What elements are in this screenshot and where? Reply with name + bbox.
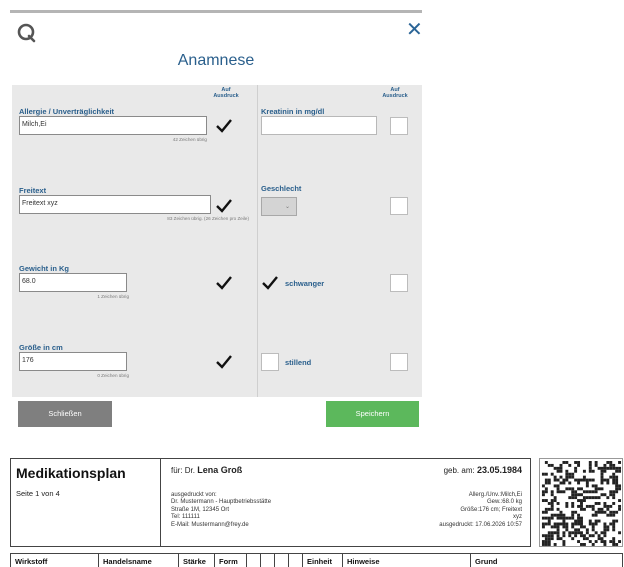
printed-by-line: Tel: 111111 [171,514,200,521]
col-header [289,554,303,567]
close-button[interactable]: Schließen [18,401,112,427]
plan-patient: für: Dr. Lena Groß [171,465,242,475]
creatinine-input[interactable] [261,116,377,135]
plan-title-cell: Medikationsplan Seite 1 von 4 [11,459,161,546]
plan-dob: geb. am: 23.05.1984 [444,465,522,475]
chevron-down-icon: ⌄ [285,204,291,210]
allergy-input[interactable]: Milch,Ei [19,116,207,135]
checkmark-icon [216,119,232,133]
anamnese-dialog: ✕ Anamnese Auf Ausdruck Auf Ausdruck Aller… [10,10,430,435]
printed-by-line: ausgedruckt von: [171,492,217,498]
col-header: Stärke [179,554,215,567]
summary-line: Allerg./Unv.:Milch,Ei [468,492,522,498]
gender-label: Geschlecht [261,184,302,193]
checkmark-icon [216,199,232,213]
allergy-print-checkbox[interactable] [215,117,233,135]
save-button[interactable]: Speichern [326,401,419,427]
height-input[interactable]: 176 [19,352,127,371]
height-label: Größe in cm [19,343,63,352]
col-header: Wirkstoff [11,554,99,567]
col-header: Handelsname [99,554,179,567]
dialog-title: Anamnese [177,52,255,69]
summary-line: Größe:176 cm; Freitext [460,506,522,513]
plan-patient-name: Lena Groß [197,465,243,475]
col-header: Form [215,554,247,567]
pregnant-label: schwanger [285,279,325,288]
medication-table-header: Wirkstoff Handelsname Stärke Form Einhei… [10,553,623,567]
checkmark-icon [216,276,232,290]
height-print-checkbox[interactable] [215,353,233,371]
summary-line: Gew.:68.0 kg [486,499,522,506]
breastfeeding-checkbox[interactable] [261,353,279,371]
freetext-label: Freitext [19,186,47,195]
pregnant-print-checkbox[interactable] [390,274,408,292]
printed-by-line: Straße 1M, 12345 Ort [171,506,230,513]
weight-hint: 1 Zeichen übrig [97,294,129,299]
plan-printed-by: ausgedruckt von: Dr. Mustermann - Hauptb… [171,492,271,529]
col-header: Hinweise [343,554,471,567]
col-header: Einheit [303,554,343,567]
form-panel: Auf Ausdruck Auf Ausdruck Allergie / Unver… [12,85,422,397]
freetext-print-checkbox[interactable] [215,197,233,215]
creatinine-label: Kreatinin in mg/dl [261,107,325,116]
breastfeeding-label: stillend [285,358,312,367]
print-column-header-right: Auf Ausdruck [382,87,408,99]
plan-summary: Allerg./Unv.:Milch,Ei Gew.:68.0 kg Größe… [439,492,522,529]
allergy-label: Allergie / Unverträglichkeit [19,107,115,116]
gender-select[interactable]: ⌄ [261,197,297,216]
plan-dob-prefix: geb. am: [443,466,475,475]
plan-dob-value: 23.05.1984 [476,465,522,475]
plan-header: Medikationsplan Seite 1 von 4 für: Dr. L… [10,458,531,547]
top-rule [10,10,422,13]
print-column-header-left: Auf Ausdruck [213,87,239,99]
summary-line: xyz [513,514,522,521]
datamatrix-code-icon [539,458,623,547]
checkmark-icon [216,355,232,369]
weight-input[interactable]: 68.0 [19,273,127,292]
creatinine-print-checkbox[interactable] [390,117,408,135]
col-header: Grund [475,557,498,566]
app-logo-icon [17,23,36,43]
printed-by-line: E-Mail: Mustermann@frey.de [171,521,249,528]
printed-by-line: Dr. Mustermann - Hauptbetriebsstätte [171,499,272,506]
weight-print-checkbox[interactable] [215,274,233,292]
freetext-hint: 83 Zeichen übrig. (26 Zeichen pro Zeile) [167,216,249,221]
height-hint: 0 Zeichen übrig [97,373,129,378]
col-header [261,554,275,567]
checkmark-icon [262,276,278,290]
col-header [247,554,261,567]
column-divider [257,85,258,397]
allergy-hint: 42 Zeichen übrig [172,137,207,142]
plan-title: Medikationsplan [16,465,126,481]
plan-for-prefix: für: Dr. [171,466,196,475]
breastfeeding-print-checkbox[interactable] [390,353,408,371]
close-icon[interactable]: ✕ [406,20,423,40]
summary-line: ausgedruckt: 17.06.2026 10:57 [439,521,522,528]
pregnant-checkbox[interactable] [261,274,279,292]
weight-label: Gewicht in Kg [19,264,70,273]
medication-plan: Medikationsplan Seite 1 von 4 für: Dr. L… [10,458,623,567]
plan-page: Seite 1 von 4 [16,489,60,498]
freetext-input[interactable]: Freitext xyz [19,195,211,214]
col-header [275,554,289,567]
gender-print-checkbox[interactable] [390,197,408,215]
